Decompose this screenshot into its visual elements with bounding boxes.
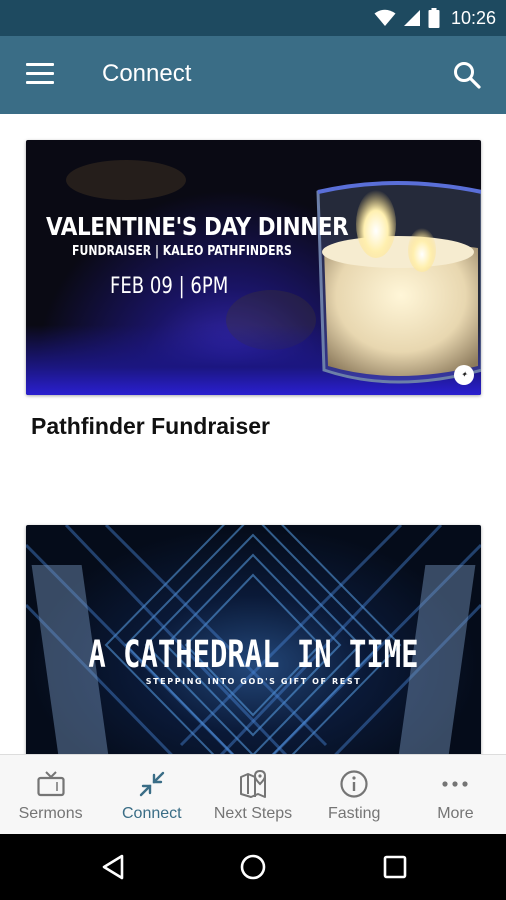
wifi-icon	[374, 9, 396, 26]
menu-icon	[26, 63, 54, 66]
event-card[interactable]: A CATHEDRAL IN TIME STEPPING INTO GOD'S …	[26, 525, 481, 754]
page-title: Connect	[102, 60, 192, 87]
nav-more[interactable]: More	[405, 755, 506, 834]
image-series-title: A CATHEDRAL IN TIME	[88, 633, 419, 676]
event-image-cathedral-in-time[interactable]: A CATHEDRAL IN TIME STEPPING INTO GOD'S …	[26, 525, 481, 754]
cell-signal-icon	[403, 10, 420, 26]
nav-label: Fasting	[327, 805, 381, 822]
recents-icon[interactable]	[380, 852, 410, 882]
image-event-subtitle: FUNDRAISER | KALEO PATHFINDERS	[72, 244, 292, 259]
map-pin-icon	[240, 769, 267, 798]
menu-button[interactable]	[26, 63, 54, 85]
status-time: 10:26	[450, 7, 496, 28]
home-icon[interactable]	[238, 852, 268, 882]
nav-next-steps[interactable]: Next Steps	[202, 755, 303, 834]
app-bar: Connect	[0, 36, 506, 114]
status-bar: 10:26	[0, 0, 506, 36]
image-event-date: FEB 09 | 6PM	[110, 274, 229, 299]
bottom-navigation: Sermons Connect Next Steps Fasting More	[0, 754, 506, 834]
system-navigation-bar	[0, 834, 506, 900]
image-event-title: VALENTINE'S DAY DINNER	[46, 212, 349, 241]
connect-arrows-icon	[139, 771, 164, 797]
back-icon[interactable]	[98, 852, 128, 882]
nav-sermons[interactable]: Sermons	[0, 755, 101, 834]
nav-label: Sermons	[18, 805, 83, 822]
nav-label: More	[437, 805, 474, 822]
more-dots-icon	[442, 781, 469, 787]
nav-label: Connect	[122, 805, 182, 822]
content-feed: VALENTINE'S DAY DINNER FUNDRAISER | KALE…	[0, 114, 506, 754]
search-icon[interactable]	[452, 60, 482, 90]
image-series-subtitle: STEPPING INTO GOD'S GIFT OF REST	[145, 677, 362, 686]
battery-icon	[428, 8, 440, 28]
status-icons: 10:26	[374, 0, 496, 36]
nav-label: Next Steps	[213, 805, 293, 822]
event-card[interactable]: VALENTINE'S DAY DINNER FUNDRAISER | KALE…	[26, 140, 481, 440]
event-image-valentines-dinner[interactable]: VALENTINE'S DAY DINNER FUNDRAISER | KALE…	[26, 140, 481, 395]
tv-icon	[36, 771, 65, 797]
church-logo-badge: ✦	[454, 365, 474, 385]
info-icon	[340, 770, 368, 798]
nav-connect[interactable]: Connect	[101, 755, 202, 834]
card-title[interactable]: Pathfinder Fundraiser	[31, 413, 481, 440]
nav-fasting[interactable]: Fasting	[304, 755, 405, 834]
